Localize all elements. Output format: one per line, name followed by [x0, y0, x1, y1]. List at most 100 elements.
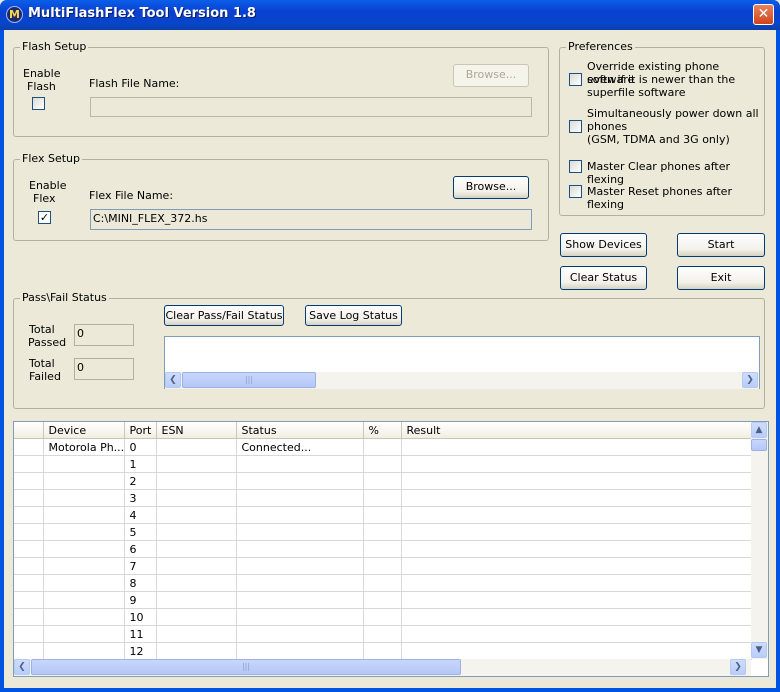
- flash-browse-button[interactable]: Browse...: [453, 64, 529, 87]
- pref-power-down-checkbox[interactable]: [569, 120, 582, 133]
- device-table[interactable]: Device Port ESN Status% Result Motorola Ph..…: [13, 421, 769, 677]
- table-row[interactable]: 11: [14, 625, 752, 643]
- table-cell: [363, 557, 402, 575]
- table-scroll-up-button[interactable]: ▲: [751, 422, 767, 438]
- table-cell: [236, 540, 364, 558]
- close-button[interactable]: ✕: [753, 4, 774, 25]
- pref-power-down-label-2: phones: [587, 120, 628, 133]
- app-icon: M: [6, 6, 23, 23]
- pref-master-reset-checkbox[interactable]: [569, 185, 582, 198]
- table-cell: [236, 489, 364, 507]
- scroll-right-icon: ❯: [746, 375, 754, 385]
- table-scroll-right-button[interactable]: ❯: [730, 659, 746, 675]
- device-table-grid: Device Port ESN Status% Result Motorola Ph..…: [14, 422, 752, 660]
- log-horizontal-scrollbar[interactable]: ❮ ||| ❯: [165, 372, 759, 389]
- enable-flash-label-line1: Enable: [23, 67, 61, 80]
- table-cell: [43, 625, 125, 643]
- table-cell: [14, 557, 44, 575]
- table-cell: [401, 574, 752, 592]
- table-cell: [156, 540, 237, 558]
- column-header[interactable]: %: [363, 422, 402, 439]
- flex-setup-legend: Flex Setup: [20, 152, 82, 166]
- flash-setup-legend: Flash Setup: [20, 40, 89, 54]
- table-cell: [156, 642, 237, 660]
- column-header[interactable]: Status: [236, 422, 364, 439]
- table-row[interactable]: 7: [14, 557, 752, 575]
- table-cell: [363, 523, 402, 541]
- table-cell: [363, 506, 402, 524]
- preferences-group: Preferences Override existing phone soft…: [559, 40, 765, 216]
- table-row[interactable]: 8: [14, 574, 752, 592]
- table-cell: [401, 455, 752, 473]
- table-cell: 11: [124, 625, 157, 643]
- status-log-box[interactable]: ❮ ||| ❯: [164, 336, 760, 389]
- column-header[interactable]: Port: [124, 422, 157, 439]
- table-row[interactable]: 2: [14, 472, 752, 490]
- pref-master-clear-checkbox[interactable]: [569, 160, 582, 173]
- pref-master-reset-label: Master Reset phones after flexing: [587, 185, 732, 211]
- pref-override-checkbox[interactable]: [569, 73, 582, 86]
- log-scroll-left-button[interactable]: ❮: [165, 372, 181, 388]
- table-cell: [156, 557, 237, 575]
- table-scroll-down-button[interactable]: ▼: [751, 642, 767, 658]
- log-scroll-thumb[interactable]: |||: [182, 372, 316, 388]
- enable-flex-checkbox[interactable]: ✓: [38, 211, 51, 224]
- column-header[interactable]: ESN: [156, 422, 237, 439]
- total-failed-label-line1: Total: [29, 357, 55, 370]
- table-cell: [363, 489, 402, 507]
- table-hscroll-thumb[interactable]: |||: [31, 659, 461, 675]
- table-cell: 5: [124, 523, 157, 541]
- table-row[interactable]: 3: [14, 489, 752, 507]
- table-cell: [43, 608, 125, 626]
- table-scroll-left-button[interactable]: ❮: [14, 659, 30, 675]
- start-button[interactable]: Start: [677, 233, 765, 257]
- scroll-down-icon: ▼: [755, 645, 763, 655]
- table-cell: [363, 540, 402, 558]
- table-horizontal-scrollbar[interactable]: ❮ ||| ❯: [14, 659, 751, 676]
- column-header[interactable]: [14, 422, 44, 439]
- flash-file-input[interactable]: [90, 97, 532, 117]
- total-passed-label-line2: Passed: [28, 336, 67, 349]
- table-vertical-scrollbar[interactable]: ▲ ▼: [751, 422, 768, 659]
- flex-setup-group: Flex Setup Enable Flex ✓ Flex File Name:…: [13, 152, 549, 241]
- table-cell: 0: [124, 438, 157, 456]
- table-cell: [43, 574, 125, 592]
- table-row[interactable]: Motorola Ph... 0 Connected...: [14, 438, 752, 456]
- column-header[interactable]: Result: [401, 422, 752, 439]
- table-cell: [43, 455, 125, 473]
- clear-pass-fail-button[interactable]: Clear Pass/Fail Status: [164, 305, 284, 326]
- table-cell: Motorola Ph...: [43, 438, 125, 456]
- show-devices-button[interactable]: Show Devices: [560, 233, 647, 257]
- clear-status-button[interactable]: Clear Status: [560, 266, 647, 290]
- flex-browse-button[interactable]: Browse...: [453, 176, 529, 199]
- table-cell: [14, 489, 44, 507]
- table-cell: [363, 608, 402, 626]
- column-header[interactable]: Device: [43, 422, 125, 439]
- table-row[interactable]: 5: [14, 523, 752, 541]
- table-row[interactable]: 12: [14, 642, 752, 660]
- table-row[interactable]: 6: [14, 540, 752, 558]
- client-area: Flash Setup Enable Flash Flash File Name…: [4, 30, 776, 688]
- enable-flash-label-line2: Flash: [27, 80, 56, 93]
- table-cell: [43, 472, 125, 490]
- close-icon: ✕: [757, 6, 770, 22]
- enable-flash-checkbox[interactable]: [32, 97, 45, 110]
- table-row[interactable]: 4: [14, 506, 752, 524]
- table-row[interactable]: 1: [14, 455, 752, 473]
- table-cell: [43, 523, 125, 541]
- pref-power-down-label-1: Simultaneously power down all: [587, 107, 759, 120]
- total-failed-label-line2: Failed: [29, 370, 61, 383]
- table-cell: [401, 625, 752, 643]
- table-cell: [156, 574, 237, 592]
- title-bar[interactable]: M MultiFlashFlex Tool Version 1.8 ✕: [0, 0, 780, 30]
- table-row[interactable]: 10: [14, 608, 752, 626]
- table-vscroll-thumb[interactable]: [751, 439, 767, 451]
- flex-file-input[interactable]: C:\MINI_FLEX_372.hs: [90, 209, 532, 230]
- table-cell: 3: [124, 489, 157, 507]
- table-row[interactable]: 9: [14, 591, 752, 609]
- device-table-header: Device Port ESN Status% Result: [14, 422, 752, 439]
- scroll-right-icon: ❯: [734, 662, 742, 672]
- save-log-status-button[interactable]: Save Log Status: [305, 305, 402, 326]
- exit-button[interactable]: Exit: [677, 266, 765, 290]
- log-scroll-right-button[interactable]: ❯: [742, 372, 758, 388]
